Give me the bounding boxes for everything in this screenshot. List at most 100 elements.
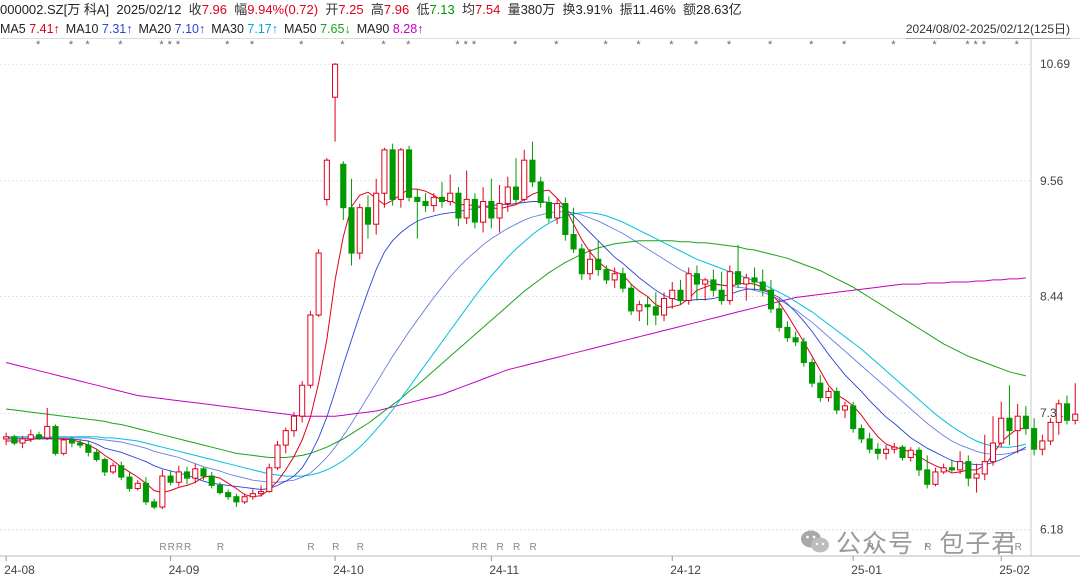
candle-body-down xyxy=(644,304,651,308)
star-mark: * xyxy=(891,39,896,51)
ma-line-ma50 xyxy=(6,240,1027,458)
candle-body-up xyxy=(883,448,890,454)
ma-line-ma20 xyxy=(6,211,1027,483)
x-tick-label: 24-08 xyxy=(4,563,35,577)
candle-body-up xyxy=(1055,403,1062,423)
candle-body-up xyxy=(989,442,997,463)
date-range-selector[interactable]: 2024/08/02-2025/02/12(125日) xyxy=(905,20,1070,39)
ma-legend-label-ma30: MA30 xyxy=(211,22,248,36)
star-mark: * xyxy=(982,39,987,51)
x-tick-label: 25-01 xyxy=(851,563,882,577)
candle-body-down xyxy=(924,469,931,485)
candle-body-up xyxy=(1047,421,1054,442)
candle-body-down xyxy=(652,306,659,316)
star-mark: * xyxy=(1015,39,1020,51)
candle-body-up xyxy=(356,207,363,254)
candle-body-up xyxy=(397,149,404,200)
r-mark: R xyxy=(168,542,175,553)
candle-body-down xyxy=(406,149,413,198)
ma-line-ma30 xyxy=(6,212,1027,477)
candle-body-up xyxy=(282,430,289,446)
candle-body-down xyxy=(866,438,873,450)
amplitude-label: 振 xyxy=(619,2,633,17)
star-mark: * xyxy=(965,39,970,51)
candle-body-up xyxy=(957,461,964,471)
ma-legend-label-ma5: MA5 xyxy=(0,22,30,36)
low-label: 低 xyxy=(416,2,430,17)
candle-body-down xyxy=(85,444,92,453)
x-tick-label: 24-12 xyxy=(670,563,701,577)
star-mark: * xyxy=(669,39,674,51)
star-mark: * xyxy=(842,39,847,51)
candle-body-down xyxy=(570,234,577,250)
candle-body-down xyxy=(1006,417,1013,432)
candle-body-up xyxy=(669,289,676,300)
candle-body-down xyxy=(595,258,602,271)
open-label: 开 xyxy=(325,2,339,17)
star-mark: * xyxy=(118,39,123,51)
candle-body-down xyxy=(578,248,585,275)
x-tick-label: 24-11 xyxy=(489,563,519,577)
r-mark: R xyxy=(184,542,191,553)
quote-date: 2025/02/12 xyxy=(116,2,182,17)
high-label: 高 xyxy=(370,2,384,17)
candle-body-up xyxy=(743,277,750,285)
candle-body-up xyxy=(841,405,849,411)
candle-body-up xyxy=(315,252,322,316)
candle-body-up xyxy=(241,496,248,503)
candle-body-up xyxy=(504,186,511,205)
low-value: 7.13 xyxy=(429,2,455,17)
candle-body-up xyxy=(258,491,265,495)
avg-label: 均 xyxy=(462,2,476,17)
candle-body-down xyxy=(118,465,125,478)
candle-body-up xyxy=(660,298,668,316)
candle-body-down xyxy=(101,459,108,473)
candle-body-down xyxy=(858,428,865,440)
r-mark: R xyxy=(472,542,479,553)
candle-body-up xyxy=(307,314,314,386)
star-mark: * xyxy=(299,39,304,51)
candle-body-down xyxy=(529,159,536,183)
star-mark: * xyxy=(636,39,641,51)
candle-body-up xyxy=(685,273,692,302)
candle-body-up xyxy=(825,390,832,399)
r-mark: R xyxy=(159,542,166,553)
candle-body-down xyxy=(718,289,725,302)
turnover-label: 换 xyxy=(562,2,576,17)
r-mark: R xyxy=(480,542,487,553)
candle-body-down xyxy=(142,482,149,503)
candle-body-down xyxy=(471,198,478,223)
candle-body-down xyxy=(93,451,100,461)
candle-body-down xyxy=(809,362,816,384)
candle-body-down xyxy=(693,273,700,285)
candle-body-up xyxy=(940,467,947,473)
watermark: 公众号 · 包子君 xyxy=(800,524,1017,562)
candle-body-down xyxy=(52,426,59,454)
candlestick-chart[interactable]: 10.699.568.447.316.1824-08 24-09 24-10 24-1… xyxy=(0,38,1080,584)
candle-body-down xyxy=(348,207,355,254)
r-mark: R xyxy=(513,542,520,553)
candle-body-up xyxy=(586,258,594,275)
star-mark: * xyxy=(694,39,699,51)
candle-body-down xyxy=(488,200,495,219)
star-mark: * xyxy=(225,39,230,51)
candle-body-down xyxy=(677,289,684,302)
star-mark: * xyxy=(809,39,814,51)
candle-body-down xyxy=(1031,428,1038,450)
candle-body-down xyxy=(422,200,429,207)
candle-body-down xyxy=(776,308,783,328)
star-mark: * xyxy=(176,39,181,51)
ma-legend-value-ma30: 7.17↑ xyxy=(247,22,278,36)
candle-body-up xyxy=(521,159,528,200)
candle-body-up xyxy=(702,279,709,285)
r-mark: R xyxy=(332,542,339,553)
candle-body-down xyxy=(151,501,158,508)
star-mark: * xyxy=(464,39,469,51)
star-mark: * xyxy=(36,39,41,51)
star-mark: * xyxy=(932,39,937,51)
candle-body-down xyxy=(225,492,232,498)
candle-body-up xyxy=(726,271,733,302)
candle-body-up xyxy=(323,159,330,200)
ma-legend-label-ma90: MA90 xyxy=(356,22,393,36)
candle-body-down xyxy=(850,405,857,430)
